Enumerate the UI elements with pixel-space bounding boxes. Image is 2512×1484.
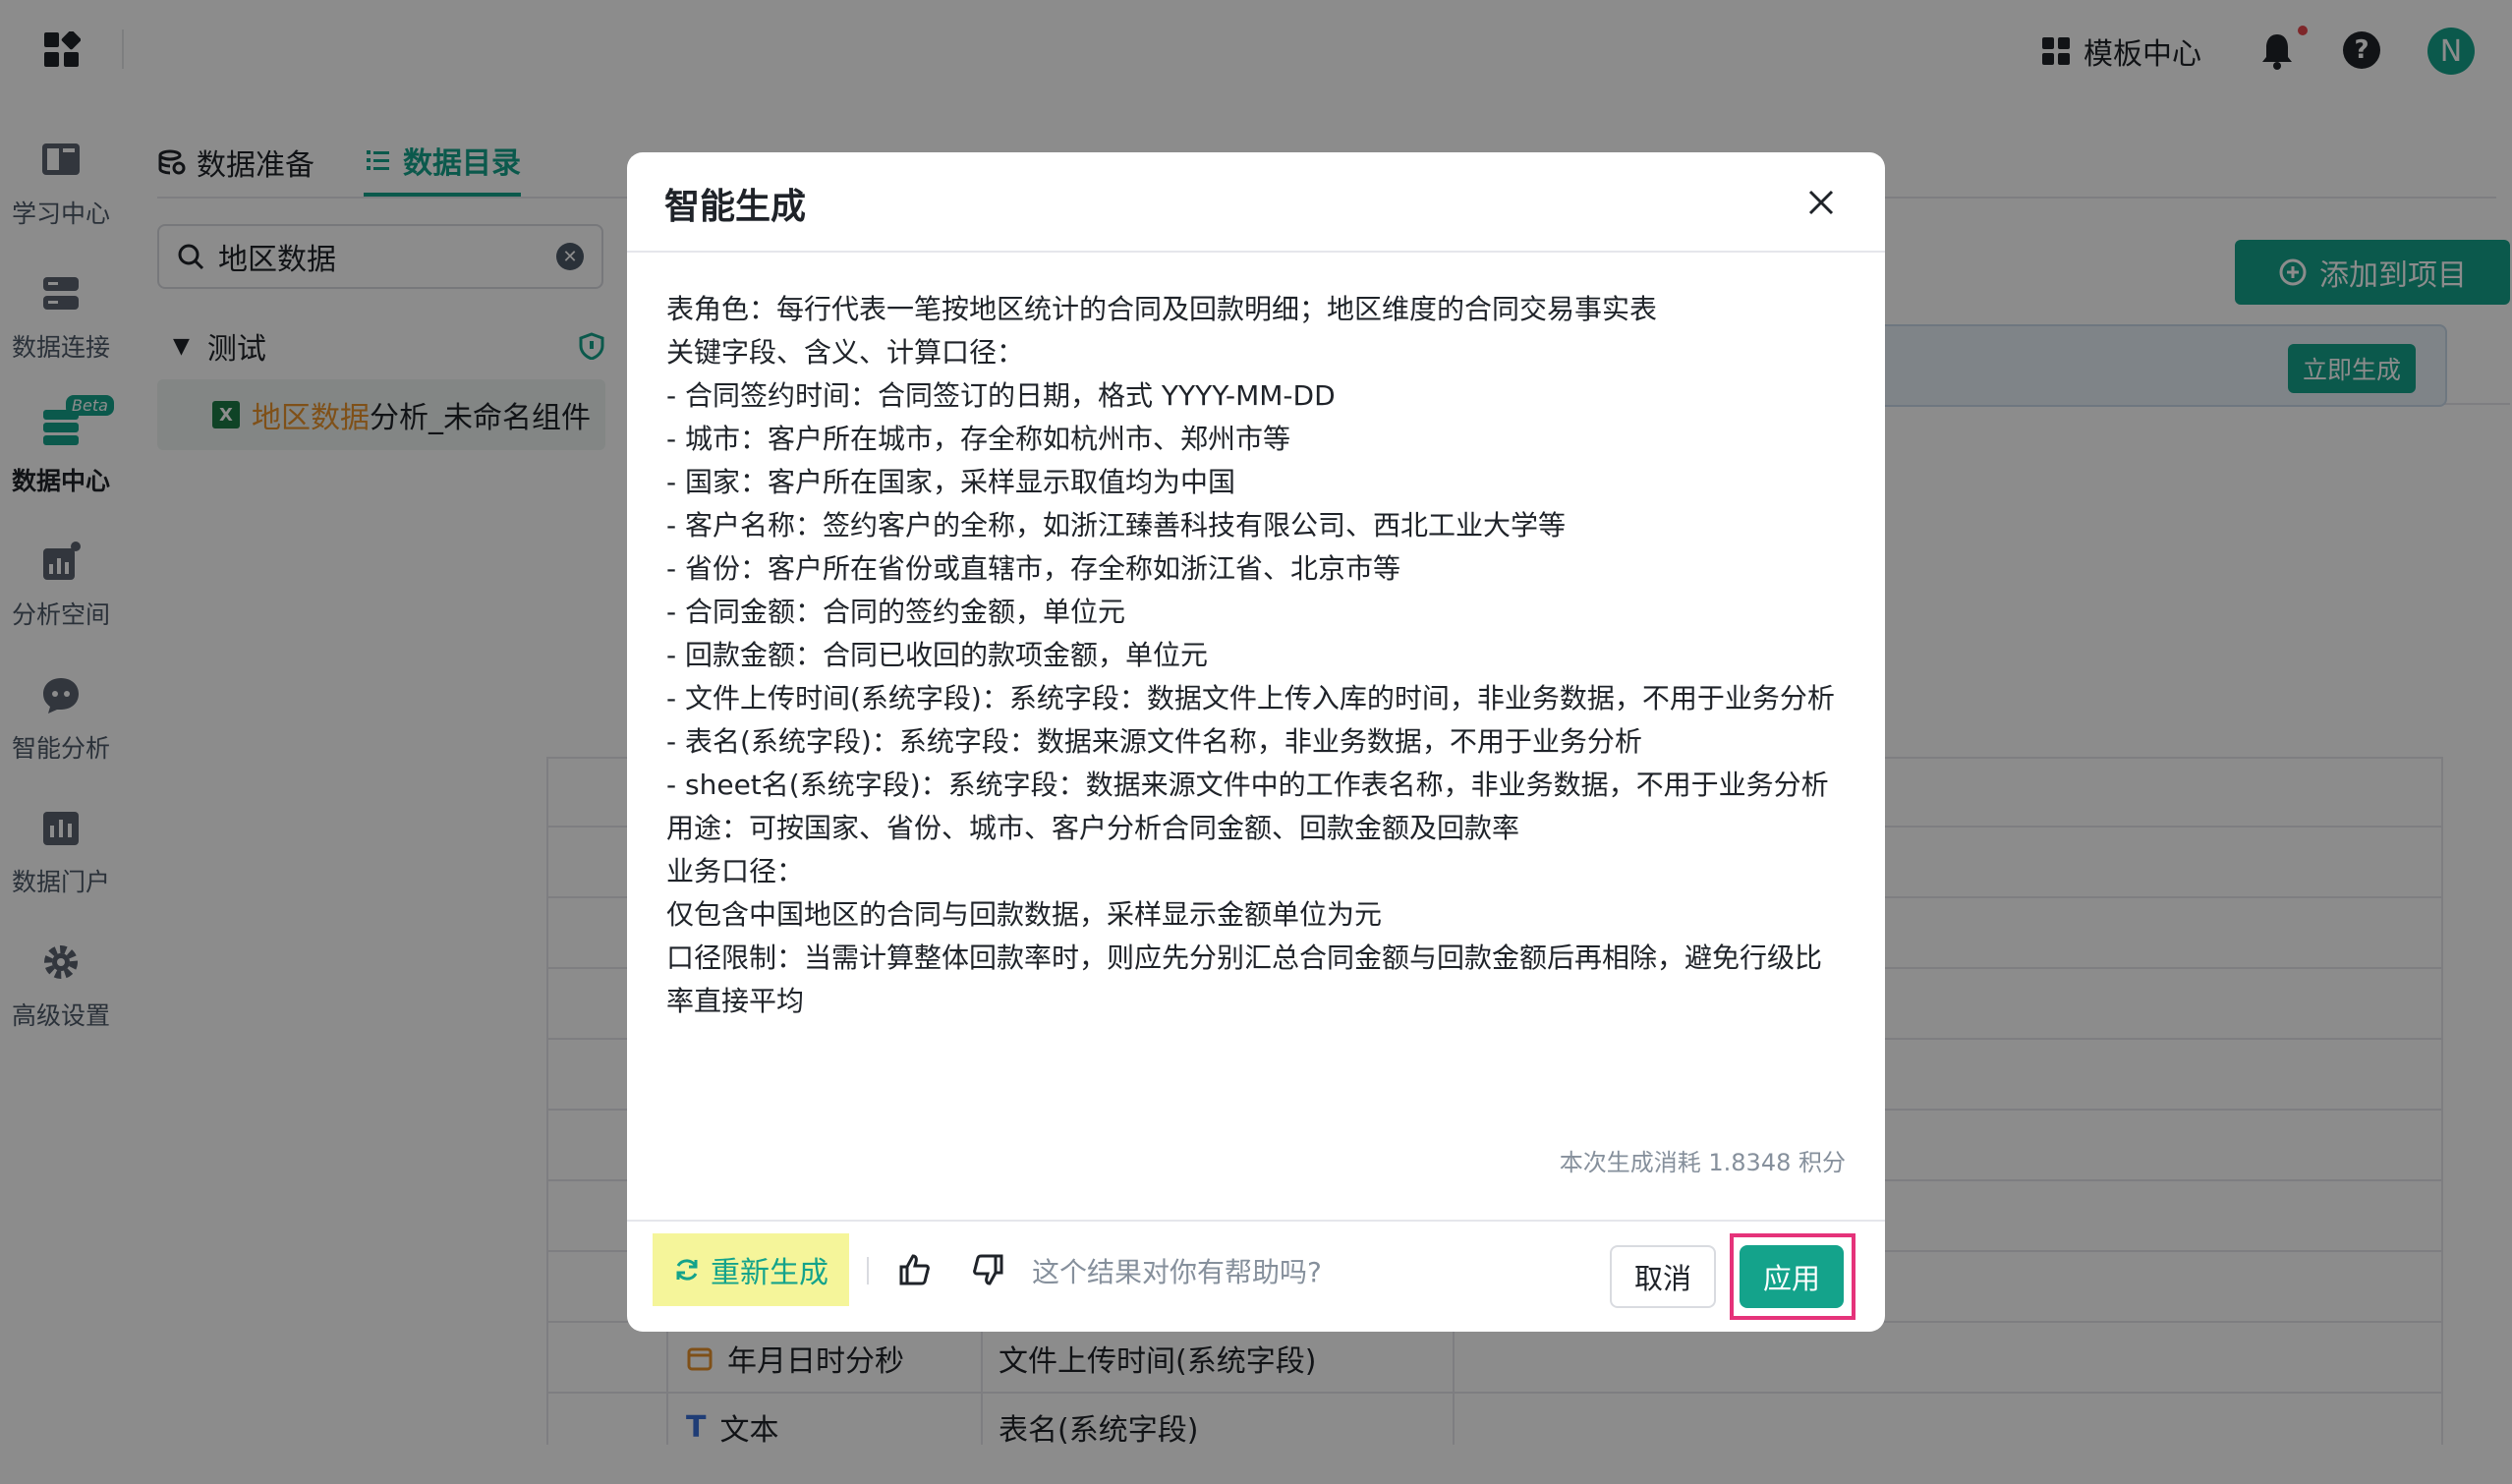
generated-description: 表角色：每行代表一笔按地区统计的合同及回款明细；地区维度的合同交易事实表 关键字… <box>666 288 1855 1023</box>
refresh-icon <box>676 1259 698 1281</box>
dialog-header-divider <box>627 251 1885 253</box>
description-line: - 合同签约时间：合同签订的日期，格式 YYYY-MM-DD <box>666 379 1336 412</box>
description-line: - 城市：客户所在城市，存全称如杭州市、郑州市等 <box>666 423 1291 455</box>
description-line: 口径限制：当需计算整体回款率时，则应先分别汇总合同金额与回款金额后再相除，避免行… <box>666 942 1823 974</box>
dialog-title: 智能生成 <box>664 187 807 227</box>
credit-cost-text: 本次生成消耗 1.8348 积分 <box>1559 1149 1846 1176</box>
regenerate-label: 重新生成 <box>711 1256 828 1290</box>
description-line: - 表名(系统字段)：系统字段：数据来源文件名称，非业务数据，不用于业务分析 <box>666 725 1642 758</box>
thumbs-down-icon[interactable] <box>971 1253 1004 1286</box>
description-line: 用途：可按国家、省份、城市、客户分析合同金额、回款金额及回款率 <box>666 812 1520 844</box>
thumbs-up-icon[interactable] <box>898 1253 932 1286</box>
description-line: - 国家：客户所在国家，采样显示取值均为中国 <box>666 466 1236 498</box>
description-line: - 合同金额：合同的签约金额，单位元 <box>666 596 1126 628</box>
description-line: - 省份：客户所在省份或直辖市，存全称如浙江省、北京市等 <box>666 552 1401 585</box>
description-line: 仅包含中国地区的合同与回款数据，采样显示金额单位为元 <box>666 898 1383 931</box>
close-icon[interactable] <box>1804 186 1838 219</box>
description-line: 表角色：每行代表一笔按地区统计的合同及回款明细；地区维度的合同交易事实表 <box>666 293 1658 325</box>
description-line: - 文件上传时间(系统字段)：系统字段：数据文件上传入库的时间，非业务数据，不用… <box>666 682 1835 714</box>
description-line: 率直接平均 <box>666 985 805 1017</box>
description-line: - sheet名(系统字段)：系统字段：数据来源文件中的工作表名称，非业务数据，… <box>666 769 1829 801</box>
apply-button[interactable]: 应用 <box>1740 1245 1844 1308</box>
footer-separator <box>867 1257 869 1284</box>
dialog-footer-divider <box>627 1220 1885 1222</box>
regenerate-button[interactable]: 重新生成 <box>653 1233 849 1306</box>
description-line: 关键字段、含义、计算口径： <box>666 336 1025 369</box>
description-line: - 客户名称：签约客户的全称，如浙江臻善科技有限公司、西北工业大学等 <box>666 509 1567 542</box>
description-line: 业务口径： <box>666 855 805 887</box>
description-line: - 回款金额：合同已收回的款项金额，单位元 <box>666 639 1209 671</box>
cancel-button[interactable]: 取消 <box>1610 1245 1716 1308</box>
smart-generate-dialog: 智能生成 表角色：每行代表一笔按地区统计的合同及回款明细；地区维度的合同交易事实… <box>627 152 1885 1332</box>
feedback-question: 这个结果对你有帮助吗? <box>1032 1256 1322 1288</box>
